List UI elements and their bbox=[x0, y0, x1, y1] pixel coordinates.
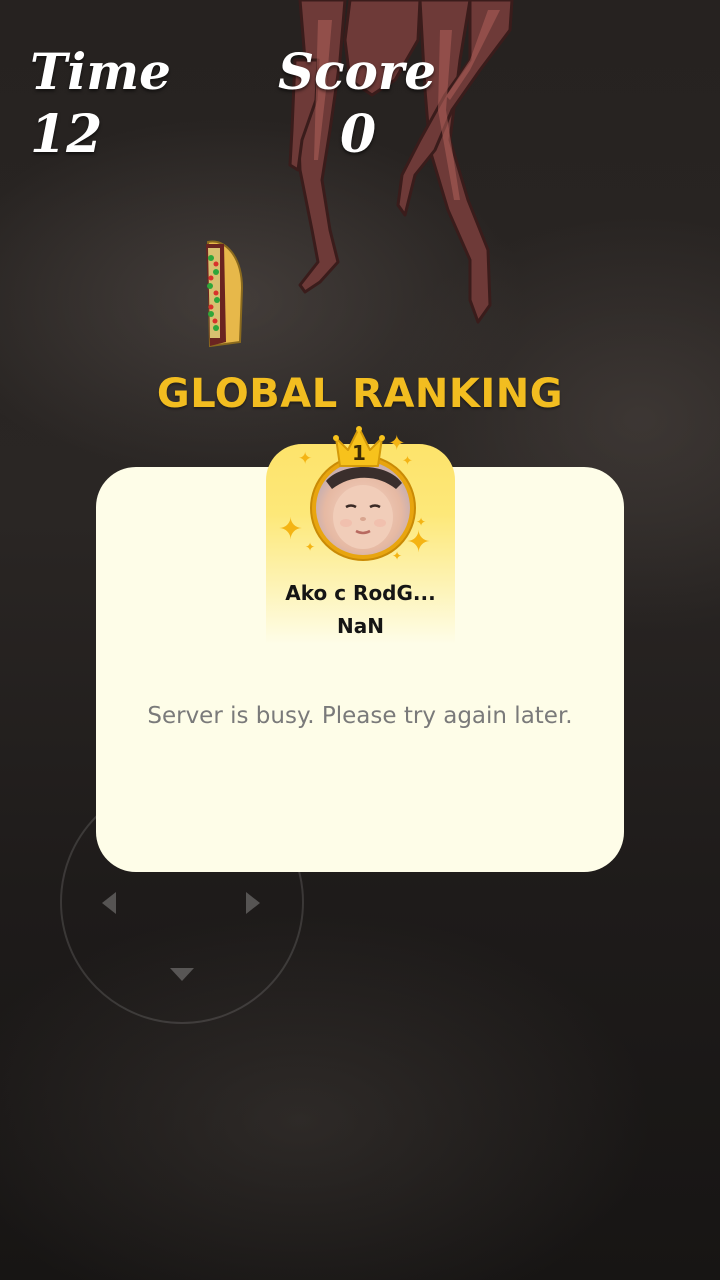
sparkle-icon: ✦ bbox=[402, 454, 413, 469]
time-label: Time bbox=[30, 42, 171, 101]
avatar[interactable] bbox=[310, 455, 416, 561]
player-name: Ako c RodG... bbox=[285, 581, 436, 605]
avatar-photo bbox=[316, 461, 410, 555]
taco-icon bbox=[206, 240, 244, 348]
sparkle-icon: ✦ bbox=[305, 540, 316, 554]
sparkle-icon: ✦ bbox=[278, 512, 304, 547]
sparkle-icon: ✦ bbox=[298, 449, 313, 469]
arrow-left-icon[interactable] bbox=[102, 892, 116, 914]
player-score: NaN bbox=[337, 614, 384, 638]
arrow-down-icon[interactable] bbox=[170, 968, 194, 981]
score-label: Score bbox=[278, 42, 437, 101]
score-value: 0 bbox=[340, 104, 377, 165]
server-status-message: Server is busy. Please try again later. bbox=[147, 703, 573, 729]
sparkle-icon: ✦ bbox=[416, 515, 427, 529]
sparkle-icon: ✦ bbox=[392, 549, 403, 563]
sparkle-icon: ✦ bbox=[388, 431, 406, 455]
arrow-right-icon[interactable] bbox=[246, 892, 260, 914]
rank-number: 1 bbox=[352, 441, 366, 465]
ranking-title: GLOBAL RANKING bbox=[156, 371, 564, 417]
time-value: 12 bbox=[30, 104, 103, 165]
